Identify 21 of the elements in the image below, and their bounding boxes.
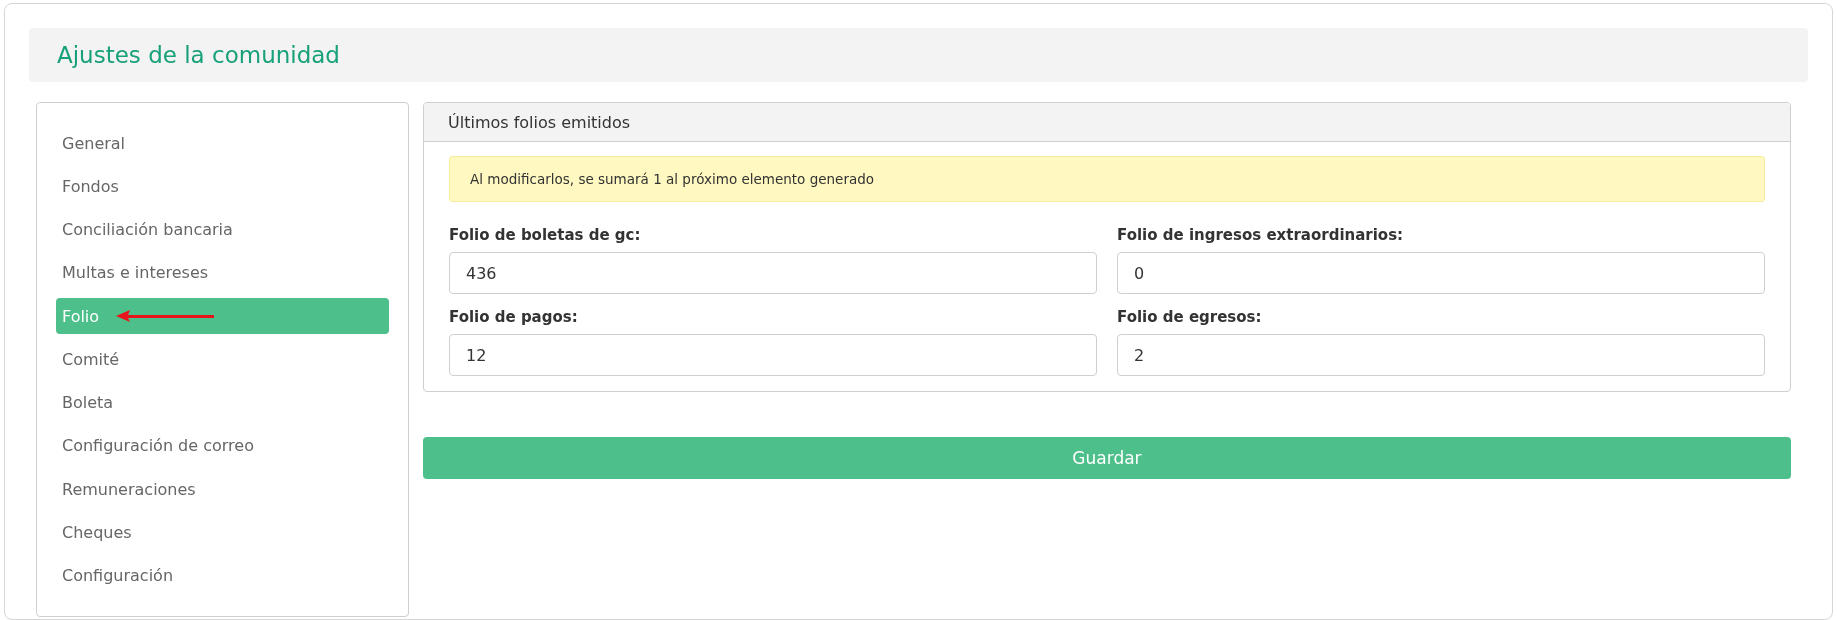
sidebar-item[interactable]: Remuneraciones <box>56 471 389 508</box>
input-field[interactable]: 2 <box>1117 334 1765 376</box>
sidebar-item[interactable]: Fondos <box>56 168 389 205</box>
input-field[interactable]: 12 <box>449 334 1097 376</box>
field-label: Folio de ingresos extraordinarios: <box>1117 226 1405 244</box>
field-label: Folio de egresos: <box>1117 308 1263 326</box>
sidebar-item[interactable]: Boleta <box>56 384 389 421</box>
page-title: Ajustes de la comunidad <box>57 42 340 68</box>
field-label: Folio de boletas de gc: <box>449 226 642 244</box>
input-field[interactable]: 0 <box>1117 252 1765 294</box>
panel-title: Últimos folios emitidos <box>448 112 631 132</box>
input-field[interactable]: 436 <box>449 252 1097 294</box>
sidebar-item[interactable]: Multas e intereses <box>56 254 389 292</box>
sidebar-item[interactable]: Comité <box>56 341 389 378</box>
field-label: Folio de pagos: <box>449 308 579 326</box>
notice-alert: Al modificarlos, se sumará 1 al próximo elemento generado <box>449 156 1765 202</box>
sidebar-item[interactable]: Conciliación bancaria <box>56 211 389 248</box>
sidebar-item[interactable]: Configuración <box>56 557 389 594</box>
sidebar-item[interactable]: Cheques <box>56 514 389 551</box>
sidebar-item[interactable]: Configuración de correo <box>56 427 389 465</box>
sidebar-item[interactable]: General <box>56 125 389 162</box>
